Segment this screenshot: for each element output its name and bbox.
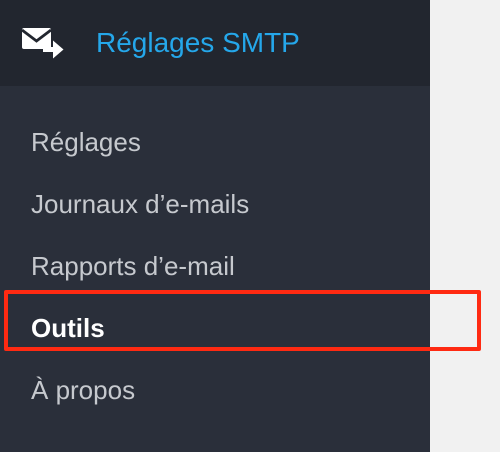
menu-item-journaux-emails[interactable]: Journaux d’e-mails (0, 178, 430, 240)
submenu: Réglages Journaux d’e-mails Rapports d’e… (0, 116, 430, 426)
sidebar-header[interactable]: Réglages SMTP (0, 0, 430, 86)
menu-item-a-propos[interactable]: À propos (0, 364, 430, 426)
plugin-title-link[interactable]: Réglages SMTP (96, 25, 300, 61)
mail-forward-icon[interactable] (21, 25, 65, 61)
admin-sidebar: Réglages SMTP Réglages Journaux d’e-mail… (0, 0, 430, 452)
menu-item-rapports-email[interactable]: Rapports d’e-mail (0, 240, 430, 302)
menu-item-outils[interactable]: Outils (0, 302, 430, 364)
menu-item-reglages[interactable]: Réglages (0, 116, 430, 178)
